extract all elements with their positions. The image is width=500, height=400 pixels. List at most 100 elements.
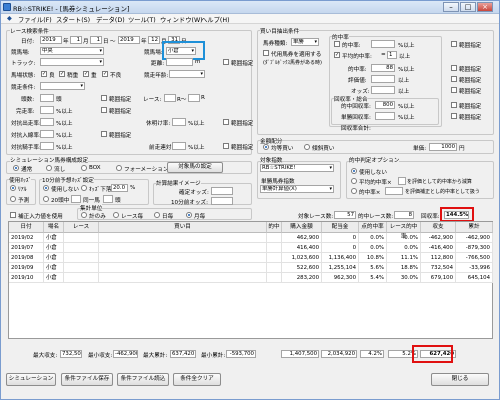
odds2-range-check[interactable] xyxy=(101,131,107,137)
entry-input[interactable] xyxy=(40,94,54,102)
avg-hit-input[interactable]: 1 xyxy=(387,51,397,59)
cond-heavy-check[interactable]: ✓ xyxy=(83,71,89,77)
lim-drop-radio[interactable] xyxy=(81,185,87,191)
ret-input-2[interactable] xyxy=(375,112,395,120)
agg-total-radio[interactable] xyxy=(81,212,87,218)
mode-nagashi-radio[interactable] xyxy=(46,165,52,171)
eval-input[interactable] xyxy=(371,75,395,83)
ret2-range-check[interactable] xyxy=(451,113,457,119)
agg-day-radio[interactable] xyxy=(154,212,160,218)
judge-hit-radio[interactable] xyxy=(351,188,357,194)
age-select[interactable] xyxy=(169,70,205,78)
hit2-range-check[interactable] xyxy=(451,65,457,71)
mode-normal-radio[interactable] xyxy=(13,165,19,171)
lim-none-radio[interactable] xyxy=(43,185,49,191)
odds-input[interactable] xyxy=(40,118,54,126)
race-from-input[interactable] xyxy=(164,94,176,102)
ret1-range-check[interactable] xyxy=(451,102,457,108)
menu-file[interactable]: ファイル(F) xyxy=(18,15,52,24)
judge-none-radio[interactable] xyxy=(351,168,357,174)
target-index-select[interactable]: RB☆STRIKE! xyxy=(260,164,334,172)
col-hit[interactable]: 的中 xyxy=(267,222,282,233)
unit-input[interactable]: 1000 xyxy=(429,143,457,151)
cond-slightly-heavy-check[interactable]: ✓ xyxy=(59,71,65,77)
judge-avg-input[interactable] xyxy=(398,177,406,185)
bet-type-select[interactable]: 単勝 xyxy=(291,38,319,46)
col-buy[interactable]: 購入金額 xyxy=(282,222,322,233)
pre10-odds-input[interactable] xyxy=(211,197,233,205)
venue-select[interactable]: 中央 xyxy=(40,47,104,55)
col-balance[interactable]: 収支 xyxy=(421,222,456,233)
odds-range-check[interactable] xyxy=(451,87,457,93)
odds4-range-check[interactable] xyxy=(223,143,229,149)
simulation-button[interactable]: シミュレーション xyxy=(6,373,56,386)
to-month[interactable]: 12 xyxy=(148,36,160,44)
entry-range-check[interactable] xyxy=(101,95,107,101)
mode-formation-radio[interactable] xyxy=(116,165,122,171)
lim-same-input[interactable] xyxy=(103,195,113,203)
save-conditions-button[interactable]: 条件ファイル保存 xyxy=(61,373,113,386)
menu-window[interactable]: ウィンドウ(W) xyxy=(160,15,203,24)
col-race[interactable]: レース xyxy=(64,222,99,233)
fixed-odds-input[interactable] xyxy=(211,187,233,195)
cancel-range-check[interactable] xyxy=(223,119,229,125)
load-conditions-button[interactable]: 条件ファイル読込 xyxy=(117,373,169,386)
odds-real-radio[interactable] xyxy=(10,185,16,191)
from-year[interactable]: 2019 xyxy=(40,36,62,44)
ret-input-1[interactable]: 800 xyxy=(375,101,395,109)
minimize-icon[interactable]: – xyxy=(443,2,459,12)
result-input[interactable] xyxy=(40,106,54,114)
agg-race-radio[interactable] xyxy=(113,212,119,218)
substitute-check[interactable] xyxy=(263,50,269,56)
funds-even-radio[interactable] xyxy=(263,144,269,150)
odds4-input[interactable] xyxy=(172,142,186,150)
lim-value-input[interactable]: 20.0 xyxy=(111,184,128,192)
close-button[interactable]: 閉じる xyxy=(431,373,489,386)
hit-rate-input[interactable] xyxy=(371,40,395,48)
eval-range-check[interactable] xyxy=(451,76,457,82)
odds2-input[interactable] xyxy=(40,130,54,138)
clear-conditions-button[interactable]: 条件全クリア xyxy=(173,373,221,386)
mode-box-radio[interactable] xyxy=(81,165,87,171)
results-table[interactable]: 日付 場名 レース 買い目 的中 購入金額 配当金 点的中率 レース的中率 収支… xyxy=(8,221,493,339)
use-correction-check[interactable] xyxy=(10,212,16,218)
avg-hit-check[interactable]: ✓ xyxy=(334,52,340,58)
col-cumulative[interactable]: 累計 xyxy=(456,222,493,233)
judge-avg-radio[interactable] xyxy=(351,178,357,184)
hit-range-check[interactable] xyxy=(451,41,457,47)
maximize-icon[interactable]: □ xyxy=(460,2,476,12)
track-select[interactable] xyxy=(40,58,104,66)
hit-rate-check[interactable] xyxy=(334,41,340,47)
close-icon[interactable]: × xyxy=(477,2,493,12)
distance-input[interactable] xyxy=(166,58,193,66)
judge-hit-input[interactable] xyxy=(385,187,403,195)
race-to-input[interactable] xyxy=(188,94,200,102)
cond-bad-check[interactable]: ✓ xyxy=(102,71,108,77)
odds-predict-radio[interactable] xyxy=(10,196,16,202)
win-index-select[interactable]: 単勝計算値(X) xyxy=(260,185,334,193)
odds3-input[interactable] xyxy=(40,142,54,150)
col-point-hit[interactable]: 点的中率 xyxy=(359,222,387,233)
menu-start[interactable]: スタート(S) xyxy=(56,15,90,24)
col-bet[interactable]: 買い目 xyxy=(99,222,267,233)
target-horse-button[interactable]: 対象馬の設定 xyxy=(167,162,223,173)
cancel-input[interactable] xyxy=(172,118,186,126)
col-venue[interactable]: 場名 xyxy=(44,222,64,233)
menu-data[interactable]: データ(D) xyxy=(96,15,125,24)
funds-slope-radio[interactable] xyxy=(304,144,310,150)
col-pay[interactable]: 配当金 xyxy=(322,222,359,233)
from-day[interactable]: 1 xyxy=(90,36,102,44)
hit-input-2[interactable]: 88 xyxy=(371,64,395,72)
col-date[interactable]: 日付 xyxy=(9,222,44,233)
menu-tools[interactable]: ツール(T) xyxy=(128,15,156,24)
from-month[interactable]: 1 xyxy=(70,36,82,44)
lim-20-input[interactable] xyxy=(71,195,81,203)
class-select[interactable] xyxy=(40,82,85,90)
agg-month-radio[interactable] xyxy=(186,212,192,218)
odds-input-2[interactable] xyxy=(371,86,395,94)
cond-good-check[interactable]: ✓ xyxy=(41,71,47,77)
distance-range-check[interactable] xyxy=(223,59,229,65)
lim-20-radio[interactable] xyxy=(43,196,49,202)
menu-help[interactable]: ヘルプ(H) xyxy=(201,15,230,24)
col-race-hit[interactable]: レース的中率 xyxy=(387,222,421,240)
